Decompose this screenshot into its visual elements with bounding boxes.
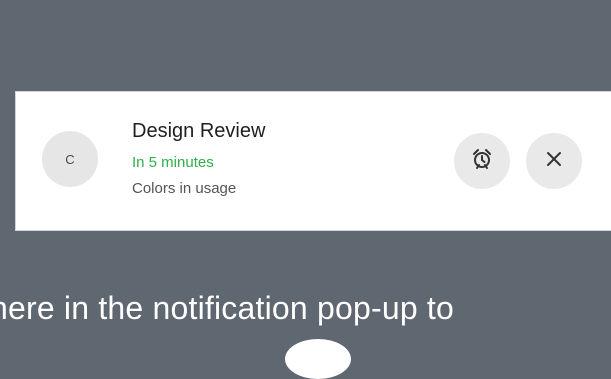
notification-title: Design Review <box>132 120 266 142</box>
close-button[interactable] <box>526 133 582 189</box>
close-icon <box>544 149 564 174</box>
avatar-initial: C <box>65 151 75 167</box>
notification-subtitle: Colors in usage <box>132 180 237 197</box>
avatar: C <box>42 131 98 187</box>
alarm-clock-icon <box>470 147 494 176</box>
cursor-indicator <box>285 339 351 379</box>
instruction-caption: here in the notification pop-up to <box>0 290 455 326</box>
notification-time: In 5 minutes <box>132 154 214 171</box>
notification-popup[interactable]: C Design Review In 5 minutes Colors in u… <box>15 91 611 231</box>
snooze-button[interactable] <box>454 133 510 189</box>
